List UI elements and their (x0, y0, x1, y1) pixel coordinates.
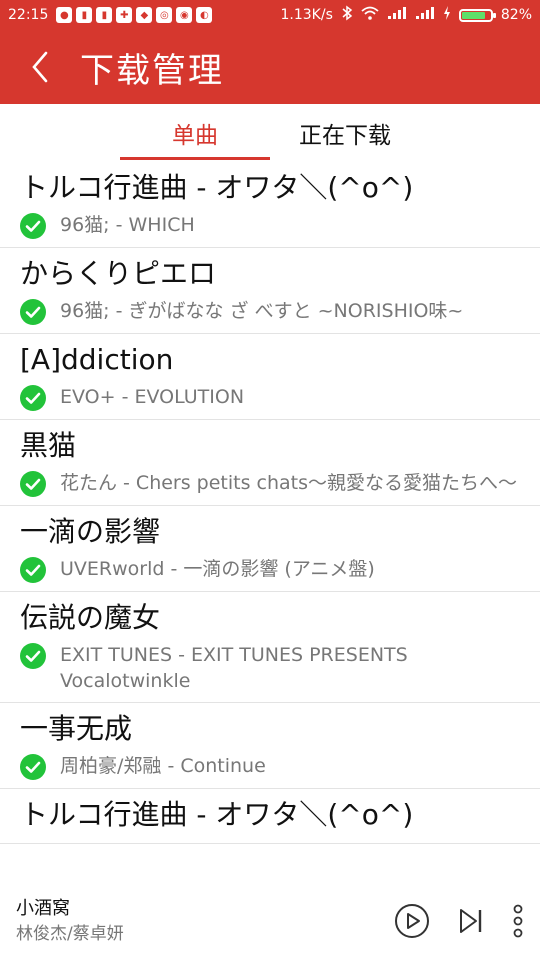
song-list-item[interactable]: 一滴の影響 UVERworld - 一滴の影響 (アニメ盤) (0, 506, 540, 592)
song-list-item[interactable]: 一事无成周柏豪/郑融 - Continue (0, 703, 540, 789)
app-icon: ▮ (96, 7, 113, 23)
song-list-item[interactable]: [A]ddiction EVO+ - EVOLUTION (0, 334, 540, 420)
song-artist-album: 96猫; - ぎがばなな ざ べすと ~NORISHIO味~ (60, 300, 464, 322)
song-subtitle-row: 96猫; - ぎがばなな ざ べすと ~NORISHIO味~ (20, 298, 520, 325)
tab-downloading[interactable]: 正在下载 (270, 104, 420, 162)
status-right: 1.13K/s 82% (280, 5, 532, 25)
song-title: 黒猫 (20, 429, 77, 462)
downloaded-check-icon (20, 643, 46, 669)
status-bar: 22:15 ● ▮ ▮ ✚ ◆ ◎ ◉ ◐ 1.13K/s 82% (0, 0, 540, 30)
downloaded-check-icon (20, 557, 46, 583)
song-title: [A]ddiction (20, 343, 174, 376)
player-artist: 林俊杰/蔡卓妍 (16, 924, 124, 944)
tab-bar: 单曲 正在下载 (0, 104, 540, 162)
alarm-icon: ◎ (156, 7, 173, 23)
back-button[interactable] (0, 30, 80, 104)
song-title: トルコ行進曲 - オワタ＼(^o^) (20, 798, 414, 831)
player-controls (394, 903, 524, 939)
song-title: からくりピエロ (20, 257, 217, 290)
charging-icon (443, 6, 451, 24)
song-title: トルコ行進曲 - オワタ＼(^o^) (20, 171, 414, 204)
more-vertical-icon (513, 904, 523, 938)
song-list: トルコ行進曲 - オワタ＼(^o^) 96猫; - WHICH からくりピエロ 96猫… (0, 162, 540, 882)
app-bar: 下载管理 (0, 30, 540, 104)
song-artist-album: EXIT TUNES - EXIT TUNES PRESENTS Vocalot… (60, 644, 408, 692)
network-speed: 1.13K/s (280, 7, 333, 23)
penguin-icon: ● (56, 7, 73, 23)
song-subtitle-row: 花たん - Chers petits chats～親愛なる愛猫たちへ～ (20, 470, 520, 497)
song-list-item[interactable]: 伝説の魔女 EXIT TUNES - EXIT TUNES PRESENTS Vo… (0, 592, 540, 703)
drop-icon: ◆ (136, 7, 153, 23)
wifi-icon (361, 6, 379, 24)
song-list-item[interactable]: からくりピエロ 96猫; - ぎがばなな ざ べすと ~NORISHIO味~ (0, 248, 540, 334)
song-subtitle-row: EVO+ - EVOLUTION (20, 384, 520, 411)
downloaded-check-icon (20, 471, 46, 497)
downloaded-check-icon (20, 385, 46, 411)
song-artist-album: EVO+ - EVOLUTION (60, 386, 245, 408)
song-subtitle-row: 周柏豪/郑融 - Continue (20, 753, 520, 780)
reader-icon: ◉ (176, 7, 193, 23)
signal-icon (387, 7, 407, 23)
song-title: 一事无成 (20, 712, 133, 745)
song-artist-album: 96猫; - WHICH (60, 214, 195, 236)
player-song-title: 小酒窝 (16, 898, 70, 919)
song-list-item[interactable]: トルコ行進曲 - オワタ＼(^o^) (0, 789, 540, 844)
song-title: 一滴の影響 (20, 515, 161, 548)
song-artist-album: 周柏豪/郑融 - Continue (60, 755, 266, 777)
downloaded-check-icon (20, 754, 46, 780)
mini-player[interactable]: 小酒窝 林俊杰/蔡卓妍 (0, 882, 540, 960)
signal-icon-2 (415, 7, 435, 23)
song-artist-album: UVERworld - 一滴の影響 (アニメ盤) (60, 558, 375, 580)
notification-icons: ● ▮ ▮ ✚ ◆ ◎ ◉ ◐ (56, 7, 213, 23)
song-subtitle-row: 96猫; - WHICH (20, 212, 520, 239)
downloaded-check-icon (20, 213, 46, 239)
skip-next-icon (460, 909, 482, 933)
player-info[interactable]: 小酒窝 林俊杰/蔡卓妍 (16, 896, 394, 946)
notes-icon: ▮ (76, 7, 93, 23)
song-subtitle-row: EXIT TUNES - EXIT TUNES PRESENTS Vocalot… (20, 642, 520, 694)
song-subtitle-row: UVERworld - 一滴の影響 (アニメ盤) (20, 556, 520, 583)
status-time: 22:15 (8, 7, 49, 23)
page-title: 下载管理 (80, 50, 224, 91)
battery-icon (458, 8, 496, 22)
more-button[interactable] (512, 904, 524, 938)
downloaded-check-icon (20, 299, 46, 325)
gift-icon: ✚ (116, 7, 133, 23)
play-icon (395, 904, 429, 938)
battery-percent: 82% (500, 7, 532, 23)
tab-singles[interactable]: 单曲 (120, 104, 270, 162)
bluetooth-icon (341, 5, 353, 25)
song-title: 伝説の魔女 (20, 601, 161, 634)
android-icon: ◐ (196, 7, 213, 23)
play-button[interactable] (394, 903, 430, 939)
song-list-item[interactable]: トルコ行進曲 - オワタ＼(^o^) 96猫; - WHICH (0, 162, 540, 248)
next-button[interactable] (458, 907, 484, 935)
song-list-item[interactable]: 黒猫花たん - Chers petits chats～親愛なる愛猫たちへ～ (0, 420, 540, 506)
back-arrow-icon (32, 51, 48, 83)
song-artist-album: 花たん - Chers petits chats～親愛なる愛猫たちへ～ (60, 472, 518, 494)
